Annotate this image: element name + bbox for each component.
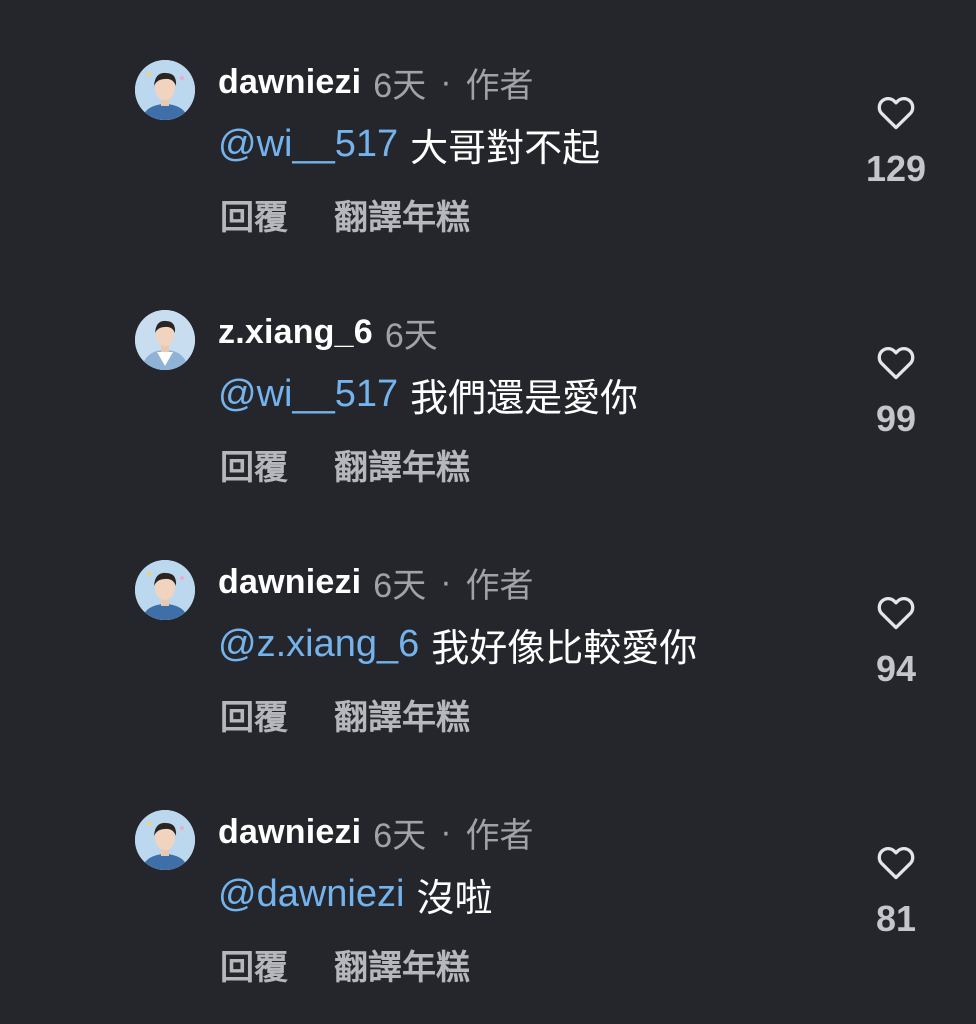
mention-link[interactable]: @dawniezi bbox=[218, 873, 404, 916]
author-badge: 作者 bbox=[465, 566, 534, 605]
comment-meta: dawniezi 6天 · 作者 bbox=[218, 556, 534, 608]
comment-meta: dawniezi 6天 · 作者 bbox=[218, 806, 534, 858]
like-control: 129 bbox=[856, 90, 936, 190]
reply-button[interactable]: 回覆 bbox=[220, 940, 288, 989]
like-control: 81 bbox=[856, 840, 936, 940]
username[interactable]: dawniezi bbox=[218, 63, 361, 102]
like-control: 99 bbox=[856, 340, 936, 440]
separator-dot: · bbox=[440, 62, 452, 101]
comment-actions: 回覆 翻譯年糕 bbox=[220, 686, 470, 742]
heart-outline-icon[interactable] bbox=[874, 840, 918, 884]
timestamp: 6天 bbox=[373, 566, 427, 605]
timestamp: 6天 bbox=[373, 816, 427, 855]
like-count: 81 bbox=[875, 898, 917, 939]
comment-text: 大哥對不起 bbox=[410, 127, 601, 170]
comment-actions: 回覆 翻譯年糕 bbox=[220, 186, 470, 242]
comment-item: dawniezi 6天 · 作者 @wi__517 大哥對不起 回覆 翻譯年糕 … bbox=[0, 0, 976, 250]
like-count: 129 bbox=[865, 148, 927, 189]
heart-outline-icon[interactable] bbox=[874, 340, 918, 384]
comment-actions: 回覆 翻譯年糕 bbox=[220, 936, 470, 992]
comment-item: dawniezi 6天 · 作者 @z.xiang_6 我好像比較愛你 回覆 翻… bbox=[0, 500, 976, 750]
translate-button[interactable]: 翻譯年糕 bbox=[334, 940, 470, 989]
separator-dot: · bbox=[440, 812, 452, 851]
comment-item: dawniezi 6天 · 作者 @dawniezi 沒啦 回覆 翻譯年糕 81 bbox=[0, 750, 976, 1000]
comment-text: 我們還是愛你 bbox=[410, 377, 639, 420]
like-control: 94 bbox=[856, 590, 936, 690]
translate-button[interactable]: 翻譯年糕 bbox=[334, 440, 470, 489]
avatar[interactable] bbox=[135, 810, 195, 870]
heart-outline-icon[interactable] bbox=[874, 590, 918, 634]
username[interactable]: dawniezi bbox=[218, 563, 361, 602]
comment-body: @dawniezi 沒啦 bbox=[218, 866, 492, 922]
avatar[interactable] bbox=[135, 310, 195, 370]
separator-dot: · bbox=[440, 562, 452, 601]
mention-link[interactable]: @z.xiang_6 bbox=[218, 623, 419, 666]
author-badge: 作者 bbox=[465, 816, 534, 855]
username[interactable]: z.xiang_6 bbox=[218, 313, 373, 352]
reply-button[interactable]: 回覆 bbox=[220, 690, 288, 739]
avatar[interactable] bbox=[135, 60, 195, 120]
comment-body: @z.xiang_6 我好像比較愛你 bbox=[218, 616, 697, 672]
translate-button[interactable]: 翻譯年糕 bbox=[334, 690, 470, 739]
comment-body: @wi__517 我們還是愛你 bbox=[218, 366, 638, 422]
translate-button[interactable]: 翻譯年糕 bbox=[334, 190, 470, 239]
heart-outline-icon[interactable] bbox=[874, 90, 918, 134]
comment-meta: z.xiang_6 6天 bbox=[218, 306, 438, 358]
like-count: 99 bbox=[875, 398, 917, 439]
username[interactable]: dawniezi bbox=[218, 813, 361, 852]
comment-text: 我好像比較愛你 bbox=[431, 627, 698, 670]
author-badge: 作者 bbox=[465, 66, 534, 105]
timestamp: 6天 bbox=[373, 66, 427, 105]
timestamp: 6天 bbox=[384, 316, 438, 355]
avatar[interactable] bbox=[135, 560, 195, 620]
comment-actions: 回覆 翻譯年糕 bbox=[220, 436, 470, 492]
like-count: 94 bbox=[875, 648, 917, 689]
mention-link[interactable]: @wi__517 bbox=[218, 123, 398, 166]
reply-button[interactable]: 回覆 bbox=[220, 440, 288, 489]
comment-text: 沒啦 bbox=[416, 877, 493, 920]
mention-link[interactable]: @wi__517 bbox=[218, 373, 398, 416]
comment-body: @wi__517 大哥對不起 bbox=[218, 116, 600, 172]
comment-meta: dawniezi 6天 · 作者 bbox=[218, 56, 534, 108]
reply-button[interactable]: 回覆 bbox=[220, 190, 288, 239]
comment-item: z.xiang_6 6天 @wi__517 我們還是愛你 回覆 翻譯年糕 99 bbox=[0, 250, 976, 500]
